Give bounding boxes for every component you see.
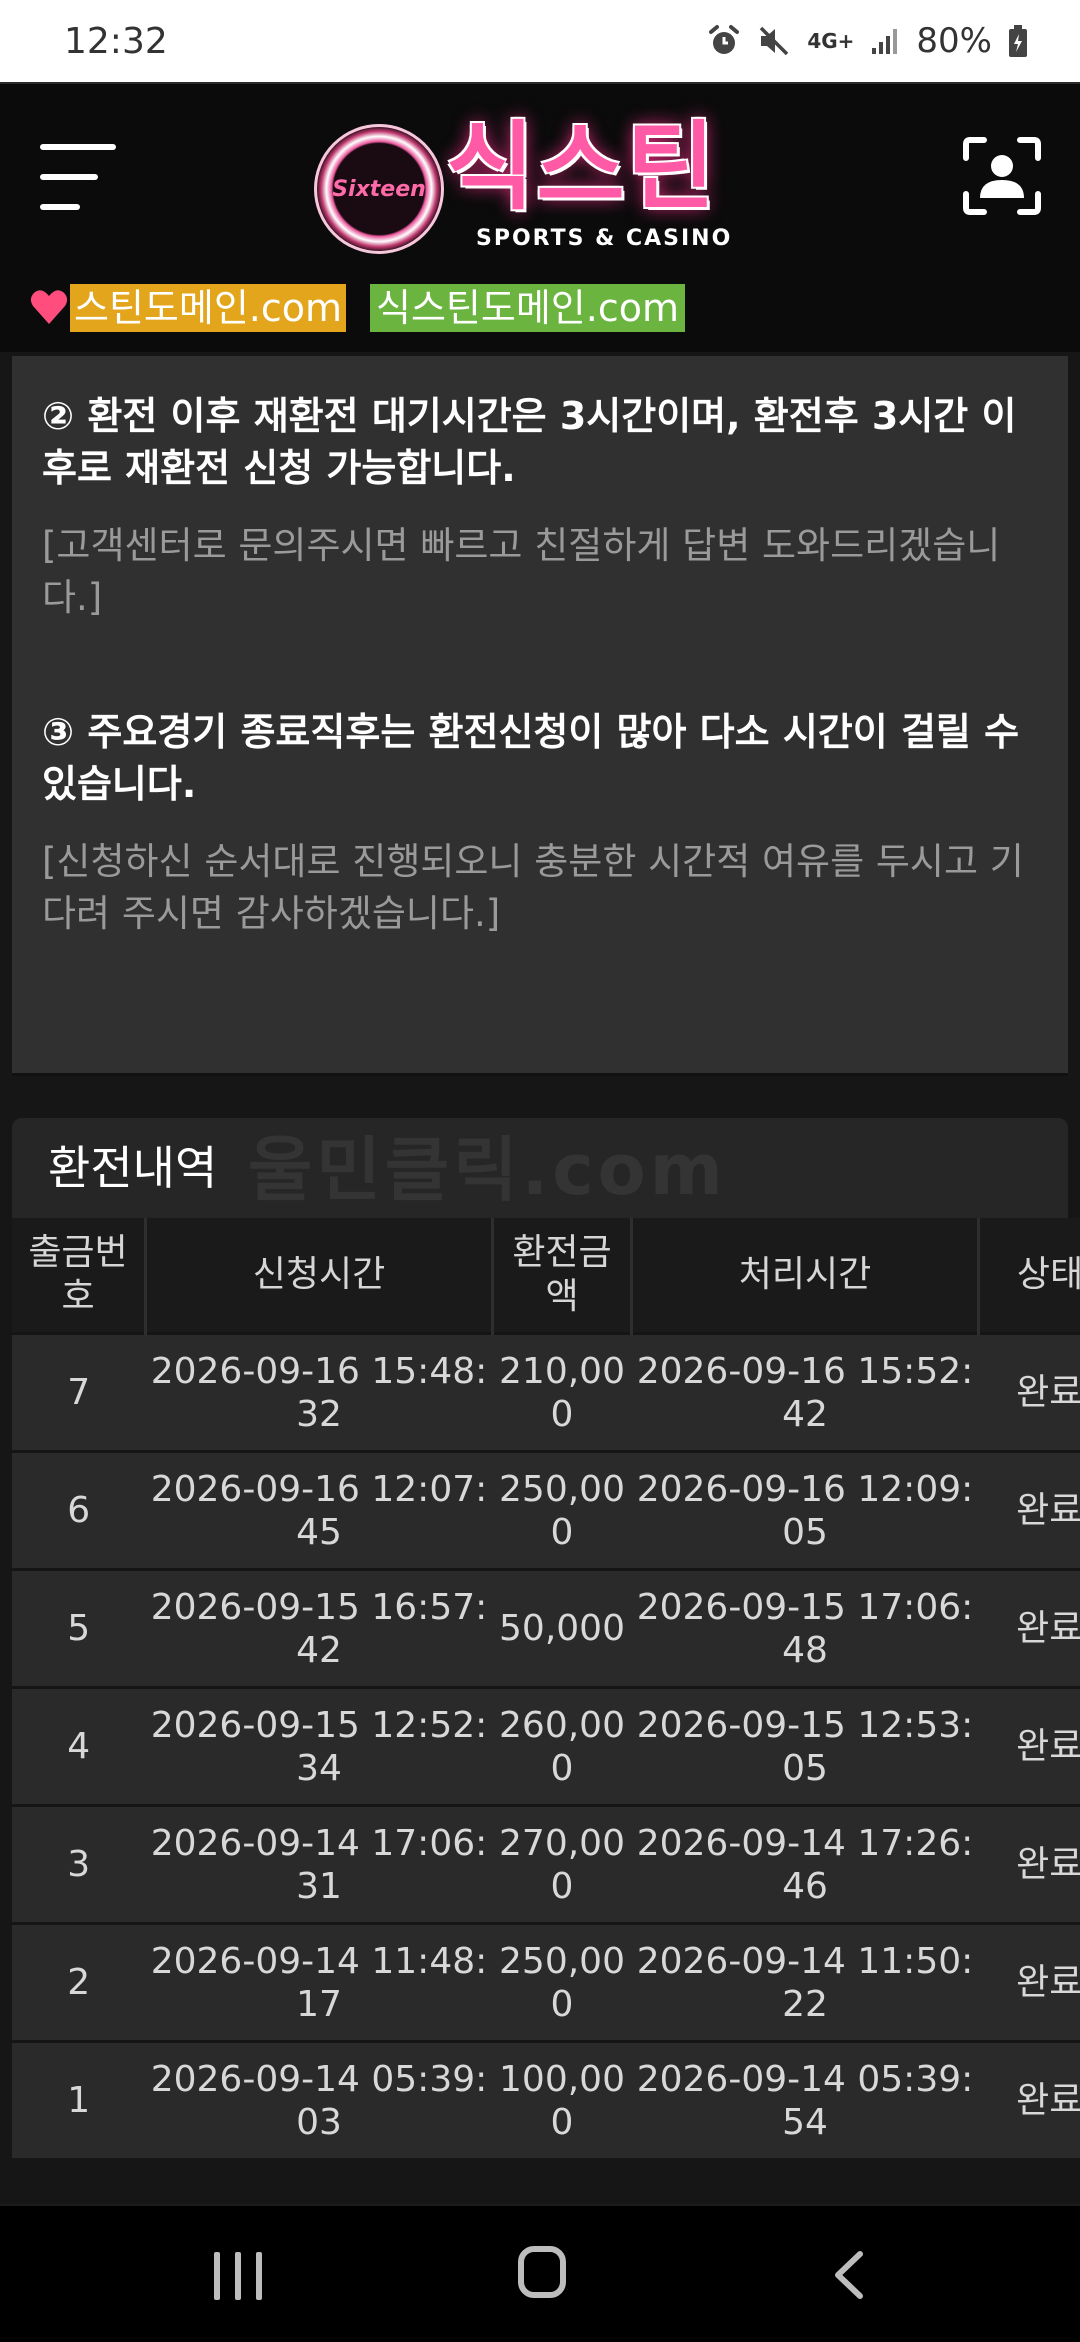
cell-status: 완료 bbox=[979, 1924, 1080, 2042]
status-time: 12:32 bbox=[64, 21, 168, 62]
logo-title: 식스틴 bbox=[446, 112, 717, 222]
cell-amount: 250,000 bbox=[493, 1924, 632, 2042]
cell-processed: 2026-09-16 12:09:05 bbox=[632, 1452, 979, 1570]
col-header-processed: 처리시간 bbox=[632, 1218, 979, 1334]
cell-amount: 100,000 bbox=[493, 2042, 632, 2159]
cell-amount: 270,000 bbox=[493, 1806, 632, 1924]
menu-button[interactable] bbox=[40, 144, 116, 214]
history-title: 환전내역 bbox=[48, 1141, 217, 1195]
col-header-requested: 신청시간 bbox=[146, 1218, 493, 1334]
col-header-status: 상태 bbox=[979, 1218, 1080, 1334]
cell-status: 완료 bbox=[979, 1570, 1080, 1688]
status-bar: 12:32 4G+ 80% bbox=[0, 0, 1080, 82]
cell-no: 5 bbox=[12, 1570, 146, 1688]
logo-subtitle: SPORTS & CASINO bbox=[476, 226, 732, 251]
notice-item-3-desc: [신청하신 순서대로 진행되오니 충분한 시간적 여유를 두시고 기다려 주시면… bbox=[42, 836, 1038, 940]
hamburger-line bbox=[40, 174, 98, 180]
recent-bar bbox=[214, 2252, 220, 2300]
recent-bar bbox=[235, 2252, 241, 2300]
cell-amount: 210,000 bbox=[493, 1334, 632, 1452]
hamburger-icon bbox=[40, 144, 116, 150]
table-header-row: 출금번호 신청시간 환전금액 처리시간 상태 bbox=[12, 1218, 1080, 1334]
notice-item-2-desc: [고객센터로 문의주시면 빠르고 친절하게 답변 도와드리겠습니다.] bbox=[42, 520, 1038, 624]
history-table: 출금번호 신청시간 환전금액 처리시간 상태 7 2026-09-16 15:4… bbox=[12, 1218, 1080, 2158]
cell-requested: 2026-09-14 17:06:31 bbox=[146, 1806, 493, 1924]
cell-processed: 2026-09-14 11:50:22 bbox=[632, 1924, 979, 2042]
battery-icon bbox=[1008, 24, 1028, 58]
logo-badge-text: Sixteen bbox=[332, 177, 426, 202]
cell-requested: 2026-09-15 16:57:42 bbox=[146, 1570, 493, 1688]
cell-processed: 2026-09-16 15:52:42 bbox=[632, 1334, 979, 1452]
cell-processed: 2026-09-14 05:39:54 bbox=[632, 2042, 979, 2159]
system-navigation-bar bbox=[0, 2204, 1080, 2342]
cell-processed: 2026-09-15 17:06:48 bbox=[632, 1570, 979, 1688]
network-type: 4G+ bbox=[807, 32, 854, 50]
col-header-no: 출금번호 bbox=[12, 1218, 146, 1334]
cell-requested: 2026-09-15 12:52:34 bbox=[146, 1688, 493, 1806]
notice-item-2-title: ② 환전 이후 재환전 대기시간은 3시간이며, 환전후 3시간 이후로 재환전… bbox=[42, 390, 1038, 494]
table-row: 5 2026-09-15 16:57:42 50,000 2026-09-15 … bbox=[12, 1570, 1080, 1688]
domain-banner: 스틴도메인.com 식스틴도메인.com bbox=[0, 272, 1080, 352]
home-icon[interactable] bbox=[518, 2246, 566, 2298]
recent-apps-icon[interactable] bbox=[214, 2252, 266, 2300]
table-row: 4 2026-09-15 12:52:34 260,000 2026-09-15… bbox=[12, 1688, 1080, 1806]
notice-panel: ② 환전 이후 재환전 대기시간은 3시간이며, 환전후 3시간 이후로 재환전… bbox=[12, 356, 1068, 1076]
notice-item-3-title: ③ 주요경기 종료직후는 환전신청이 많아 다소 시간이 걸릴 수 있습니다. bbox=[42, 706, 1038, 810]
cell-status: 완료 bbox=[979, 1688, 1080, 1806]
site-logo[interactable]: Sixteen 식스틴 SPORTS & CASINO bbox=[314, 118, 764, 248]
cell-processed: 2026-09-14 17:26:46 bbox=[632, 1806, 979, 1924]
site-header: Sixteen 식스틴 SPORTS & CASINO bbox=[0, 82, 1080, 272]
signal-icon bbox=[870, 26, 900, 56]
back-icon[interactable] bbox=[828, 2250, 868, 2300]
domain-link-1[interactable]: 스틴도메인.com bbox=[70, 284, 346, 332]
cell-no: 7 bbox=[12, 1334, 146, 1452]
heart-icon bbox=[28, 286, 70, 328]
col-header-amount: 환전금액 bbox=[493, 1218, 632, 1334]
alarm-icon bbox=[707, 24, 741, 58]
cell-amount: 250,000 bbox=[493, 1452, 632, 1570]
cell-requested: 2026-09-16 15:48:32 bbox=[146, 1334, 493, 1452]
exchange-history-section: 울민클릭.com 환전내역 출금번호 신청시간 환전금액 처리시간 상태 7 2… bbox=[12, 1118, 1068, 2158]
cell-requested: 2026-09-14 05:39:03 bbox=[146, 2042, 493, 2159]
cell-no: 3 bbox=[12, 1806, 146, 1924]
logo-badge: Sixteen bbox=[314, 124, 444, 254]
cell-amount: 50,000 bbox=[493, 1570, 632, 1688]
cell-no: 1 bbox=[12, 2042, 146, 2159]
cell-requested: 2026-09-16 12:07:45 bbox=[146, 1452, 493, 1570]
recent-bar bbox=[256, 2252, 262, 2300]
status-icons: 4G+ 80% bbox=[707, 21, 1028, 61]
table-row: 1 2026-09-14 05:39:03 100,000 2026-09-14… bbox=[12, 2042, 1080, 2159]
cell-status: 완료 bbox=[979, 1452, 1080, 1570]
table-row: 2 2026-09-14 11:48:17 250,000 2026-09-14… bbox=[12, 1924, 1080, 2042]
cell-no: 6 bbox=[12, 1452, 146, 1570]
cell-no: 4 bbox=[12, 1688, 146, 1806]
cell-requested: 2026-09-14 11:48:17 bbox=[146, 1924, 493, 2042]
domain-link-2[interactable]: 식스틴도메인.com bbox=[370, 284, 685, 332]
battery-level: 80% bbox=[916, 21, 992, 61]
mute-icon bbox=[757, 24, 791, 58]
hamburger-line bbox=[40, 204, 80, 210]
cell-status: 완료 bbox=[979, 1806, 1080, 1924]
cell-status: 완료 bbox=[979, 2042, 1080, 2159]
watermark-text: 울민클릭.com bbox=[248, 1120, 727, 1218]
cell-amount: 260,000 bbox=[493, 1688, 632, 1806]
cell-status: 완료 bbox=[979, 1334, 1080, 1452]
cell-no: 2 bbox=[12, 1924, 146, 2042]
cell-processed: 2026-09-15 12:53:05 bbox=[632, 1688, 979, 1806]
profile-scan-icon[interactable] bbox=[962, 136, 1042, 216]
table-row: 6 2026-09-16 12:07:45 250,000 2026-09-16… bbox=[12, 1452, 1080, 1570]
table-row: 3 2026-09-14 17:06:31 270,000 2026-09-14… bbox=[12, 1806, 1080, 1924]
table-row: 7 2026-09-16 15:48:32 210,000 2026-09-16… bbox=[12, 1334, 1080, 1452]
history-header: 울민클릭.com 환전내역 bbox=[12, 1118, 1068, 1218]
